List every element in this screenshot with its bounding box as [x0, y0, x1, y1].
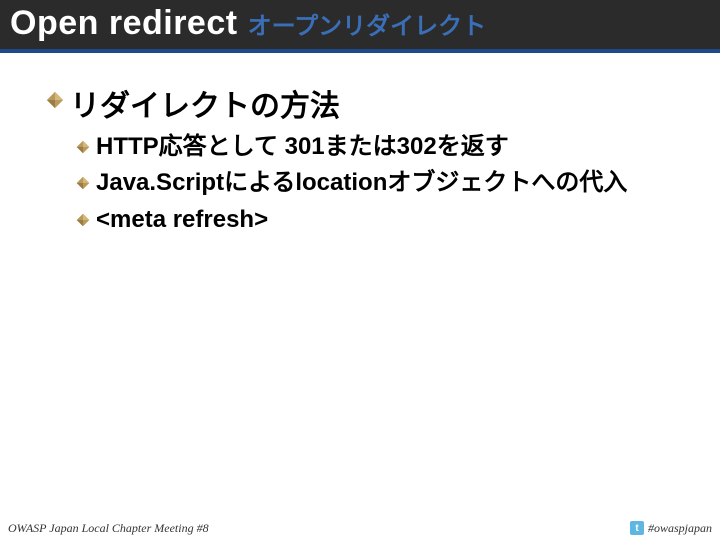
diamond-bullet-icon: [46, 91, 64, 109]
slide-footer: OWASP Japan Local Chapter Meeting #8 t #…: [0, 516, 720, 540]
bullet-item: Java.Scriptによるlocationオブジェクトへの代入: [96, 167, 627, 199]
footer-text: OWASP Japan Local Chapter Meeting #8: [8, 521, 209, 536]
slide-content: リダイレクトの方法 HTTP応答として 301または302を返す Java.Sc…: [0, 53, 720, 236]
bullet-item: <meta refresh>: [96, 204, 268, 236]
footer-hashtag-group: t #owaspjapan: [630, 521, 712, 536]
diamond-bullet-icon: [76, 176, 90, 190]
bullet-item: HTTP応答として 301または302を返す: [96, 131, 509, 163]
bullet-level-1: リダイレクトの方法: [46, 81, 684, 125]
bullet-level-2: HTTP応答として 301または302を返す: [76, 131, 684, 163]
twitter-icon: t: [630, 521, 644, 535]
diamond-bullet-icon: [76, 140, 90, 154]
diamond-bullet-icon: [76, 213, 90, 227]
footer-hashtag: #owaspjapan: [648, 521, 712, 536]
slide-header: Open redirect オープンリダイレクト: [0, 0, 720, 53]
bullet-level-2: <meta refresh>: [76, 204, 684, 236]
bullet-level-2: Java.Scriptによるlocationオブジェクトへの代入: [76, 167, 684, 199]
slide-title-en: Open redirect: [10, 4, 238, 43]
bullet-heading: リダイレクトの方法: [70, 81, 340, 125]
slide-title-ja: オープンリダイレクト: [248, 6, 487, 41]
